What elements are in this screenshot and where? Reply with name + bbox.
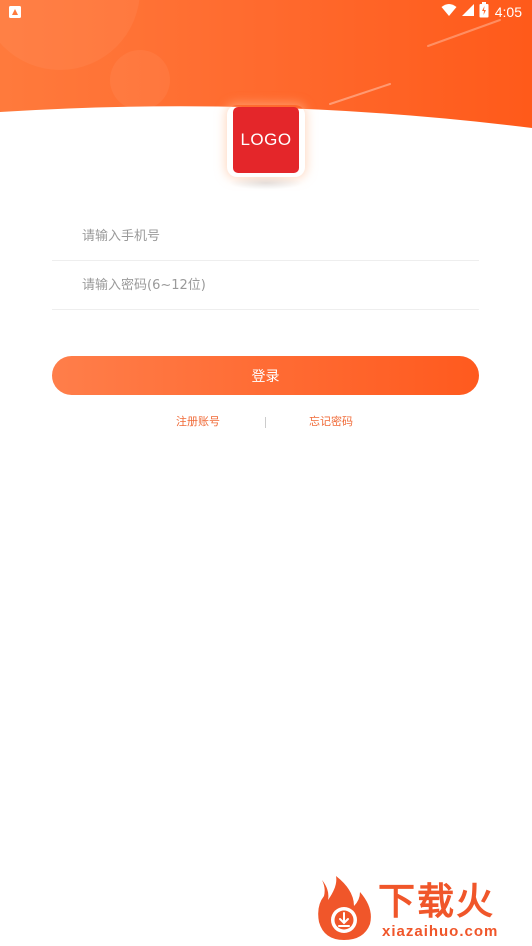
- auth-links: 注册账号 忘记密码: [0, 413, 532, 431]
- logo-text: LOGO: [240, 130, 292, 149]
- status-icons: 4:05: [441, 2, 522, 22]
- watermark-url: xiazaihuo.com: [382, 923, 499, 940]
- register-link[interactable]: 注册账号: [176, 413, 220, 429]
- watermark-title: 下载火: [378, 880, 495, 923]
- cellular-signal-icon: [461, 3, 475, 21]
- flame-icon: [314, 876, 376, 942]
- wifi-icon: [441, 3, 457, 21]
- forgot-password-link[interactable]: 忘记密码: [309, 413, 353, 429]
- phone-field: [52, 212, 479, 261]
- status-time: 4:05: [494, 4, 522, 20]
- watermark: 下载火 xiazaihuo.com: [312, 876, 526, 942]
- password-field: [52, 261, 479, 310]
- login-button[interactable]: 登录: [52, 356, 479, 395]
- password-input[interactable]: [82, 261, 472, 309]
- notification-icon: [8, 5, 22, 19]
- login-button-label: 登录: [251, 368, 280, 385]
- phone-input[interactable]: [82, 212, 472, 260]
- battery-icon: [479, 2, 489, 22]
- links-divider: [265, 417, 266, 428]
- app-logo: LOGO: [233, 107, 299, 173]
- status-bar: 4:05: [0, 0, 532, 24]
- login-screen: 4:05 LOGO 登录 注册账号 忘记密码: [0, 0, 532, 946]
- logo-shadow: [229, 176, 303, 190]
- logo-box: LOGO: [233, 107, 299, 173]
